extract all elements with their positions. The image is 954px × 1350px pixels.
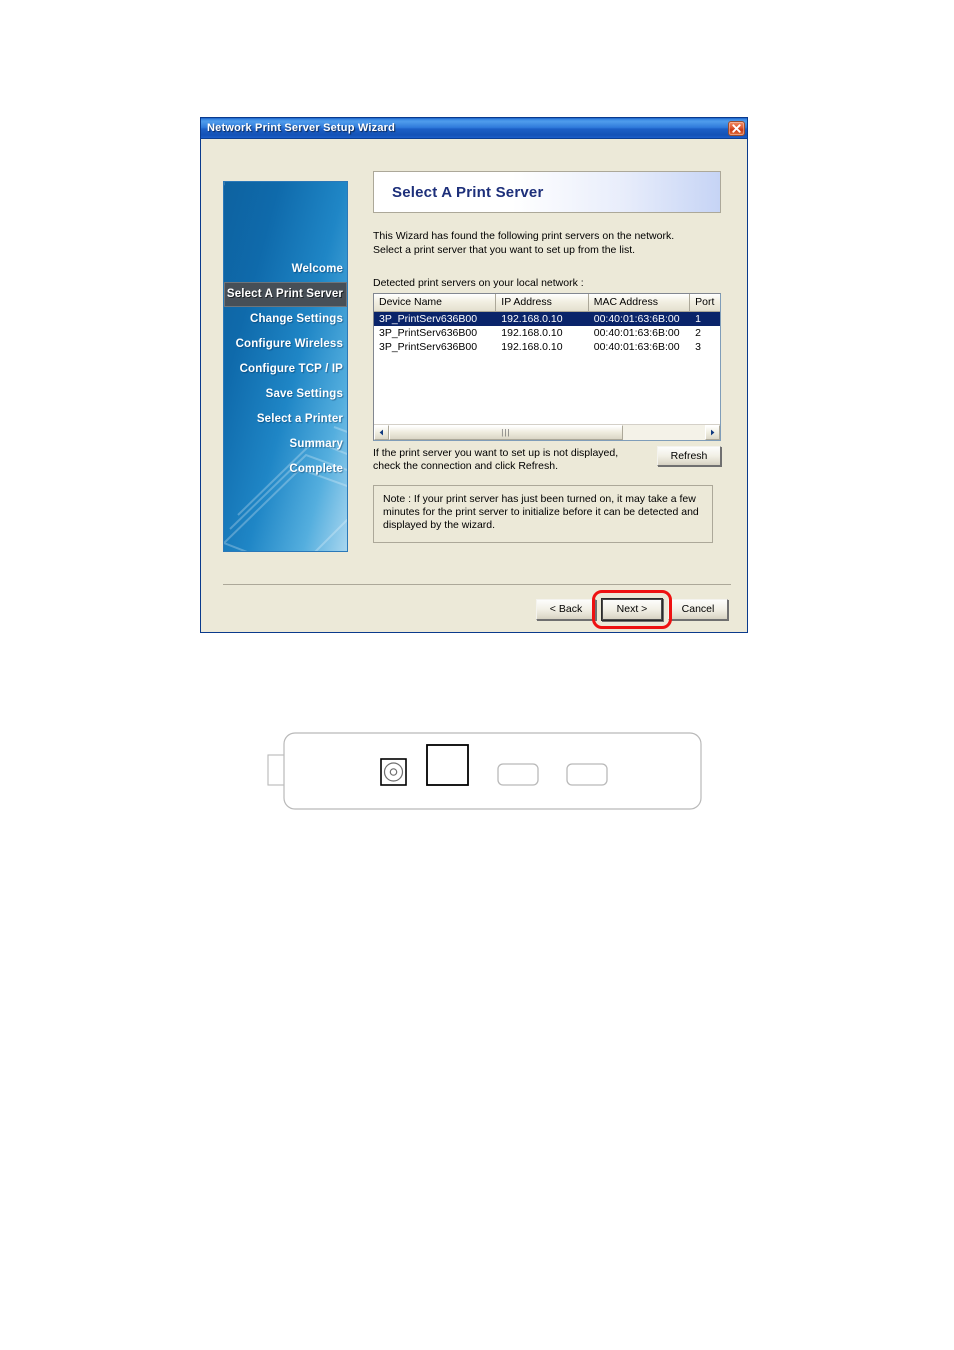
scrollbar-track[interactable]: ||| bbox=[389, 425, 705, 440]
sidebar-item-complete[interactable]: Complete bbox=[224, 457, 347, 482]
refresh-note-line-1: If the print server you want to set up i… bbox=[373, 447, 619, 459]
sidebar-item-change-settings[interactable]: Change Settings bbox=[224, 307, 347, 332]
cell-mac-address: 00:40:01:63:6B:00 bbox=[593, 341, 680, 353]
intro-line-2: Select a print server that you want to s… bbox=[373, 243, 636, 256]
close-icon[interactable] bbox=[728, 120, 745, 136]
sidebar-watermark: PRINT bbox=[224, 182, 234, 188]
cell-device-name: 3P_PrintServ636B00 bbox=[379, 341, 478, 353]
column-header-device-name[interactable]: Device Name bbox=[374, 294, 497, 311]
note-line-2: minutes for the print server to initiali… bbox=[383, 506, 699, 518]
scroll-right-arrow-icon[interactable] bbox=[705, 425, 720, 440]
refresh-note: If the print server you want to set up i… bbox=[373, 447, 618, 473]
wizard-sidebar: PRINT Welcome Select A Print Server Chan… bbox=[223, 181, 348, 552]
lan-port bbox=[497, 763, 539, 786]
sidebar-item-summary[interactable]: Summary bbox=[224, 432, 347, 457]
page-title: Select A Print Server bbox=[392, 183, 544, 201]
cell-ip-address: 192.168.0.10 bbox=[501, 341, 563, 353]
cell-ip-address: 192.168.0.10 bbox=[501, 327, 563, 339]
sidebar-nav-list: Welcome Select A Print Server Change Set… bbox=[224, 257, 347, 482]
column-header-mac-address[interactable]: MAC Address bbox=[588, 294, 691, 311]
cell-device-name: 3P_PrintServ636B00 bbox=[379, 327, 478, 339]
cancel-button[interactable]: Cancel bbox=[668, 599, 728, 620]
sidebar-item-configure-tcp-ip[interactable]: Configure TCP / IP bbox=[224, 357, 347, 382]
refresh-note-line-2: check the connection and click Refresh. bbox=[373, 460, 559, 472]
sidebar-item-configure-wireless[interactable]: Configure Wireless bbox=[224, 332, 347, 357]
cell-mac-address: 00:40:01:63:6B:00 bbox=[593, 327, 680, 339]
sidebar-item-select-a-printer[interactable]: Select a Printer bbox=[224, 407, 347, 432]
cell-device-name: 3P_PrintServ636B00 bbox=[379, 313, 478, 325]
next-button[interactable]: Next > bbox=[602, 599, 662, 620]
table-row[interactable]: 3P_PrintServ636B00 192.168.0.10 00:40:01… bbox=[374, 340, 720, 354]
cell-port: 1 bbox=[695, 313, 701, 325]
sidebar-item-select-a-print-server[interactable]: Select A Print Server bbox=[224, 282, 347, 307]
print-server-rear-panel-diagram bbox=[267, 732, 702, 810]
next-button-wrapper: Next > bbox=[592, 590, 672, 629]
printer-port bbox=[426, 744, 469, 786]
refresh-row: If the print server you want to set up i… bbox=[373, 446, 721, 473]
scrollbar-thumb[interactable]: ||| bbox=[389, 425, 623, 440]
sidebar-item-save-settings[interactable]: Save Settings bbox=[224, 382, 347, 407]
column-header-port[interactable]: Port bbox=[690, 294, 720, 311]
wizard-window: Network Print Server Setup Wizard PRINT … bbox=[200, 117, 748, 633]
window-titlebar[interactable]: Network Print Server Setup Wizard bbox=[201, 118, 747, 139]
page-header: Select A Print Server bbox=[373, 171, 721, 213]
listbox-header-row: Device Name IP Address MAC Address Port bbox=[374, 294, 720, 312]
cell-mac-address: 00:40:01:63:6B:00 bbox=[593, 313, 680, 325]
note-box: Note : If your print server has just bee… bbox=[373, 485, 713, 543]
device-side-tab bbox=[267, 754, 286, 786]
note-line-1: Note : If your print server has just bee… bbox=[383, 493, 696, 505]
window-body: PRINT Welcome Select A Print Server Chan… bbox=[201, 139, 747, 632]
refresh-button[interactable]: Refresh bbox=[657, 446, 721, 466]
footer-buttons: < Back Next > Cancel bbox=[536, 590, 728, 629]
back-button[interactable]: < Back bbox=[536, 599, 596, 620]
column-header-ip-address[interactable]: IP Address bbox=[496, 294, 589, 311]
detected-servers-label: Detected print servers on your local net… bbox=[373, 277, 584, 289]
sidebar-item-welcome[interactable]: Welcome bbox=[224, 257, 347, 282]
reset-port bbox=[566, 763, 608, 786]
cell-ip-address: 192.168.0.10 bbox=[501, 313, 563, 325]
horizontal-scrollbar[interactable]: ||| bbox=[374, 424, 720, 440]
listbox-rows: 3P_PrintServ636B00 192.168.0.10 00:40:01… bbox=[374, 312, 720, 354]
footer-divider bbox=[223, 584, 731, 585]
intro-text: This Wizard has found the following prin… bbox=[373, 230, 721, 257]
wizard-main-pane: Select A Print Server This Wizard has fo… bbox=[373, 171, 721, 543]
scroll-left-arrow-icon[interactable] bbox=[374, 425, 389, 440]
cell-port: 3 bbox=[695, 341, 701, 353]
window-title: Network Print Server Setup Wizard bbox=[207, 122, 396, 134]
table-row[interactable]: 3P_PrintServ636B00 192.168.0.10 00:40:01… bbox=[374, 326, 720, 340]
note-line-3: displayed by the wizard. bbox=[383, 519, 496, 531]
cell-port: 2 bbox=[695, 327, 701, 339]
intro-line-1: This Wizard has found the following prin… bbox=[373, 230, 675, 242]
print-server-listbox[interactable]: Device Name IP Address MAC Address Port … bbox=[373, 293, 721, 441]
device-body bbox=[283, 732, 702, 810]
table-row[interactable]: 3P_PrintServ636B00 192.168.0.10 00:40:01… bbox=[374, 312, 720, 326]
